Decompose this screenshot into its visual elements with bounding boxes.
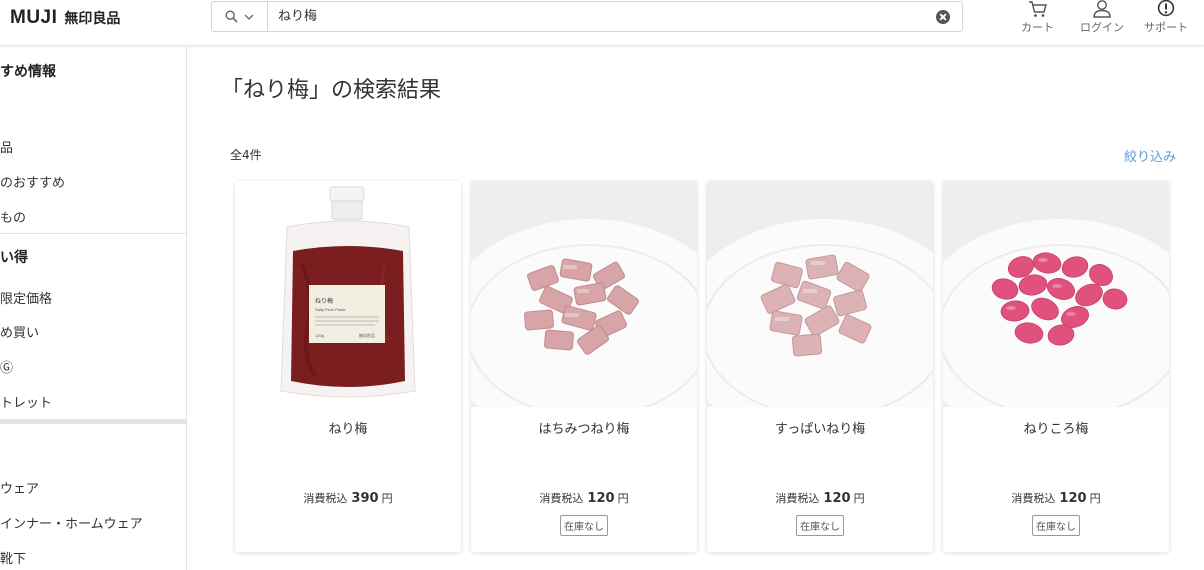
price-yen: 円 (1089, 492, 1101, 505)
sidebar-item[interactable]: 靴下 (0, 548, 26, 567)
sidebar-item[interactable]: のおすすめ (0, 172, 65, 191)
filter-link[interactable]: 絞り込み (1124, 146, 1176, 165)
product-price: 消費税込 120 円 (471, 490, 697, 506)
packet-subtitle: Salty Plum Paste (315, 307, 346, 312)
support-button[interactable]: サポート (1144, 0, 1188, 35)
cart-button[interactable]: カート (1021, 0, 1054, 35)
product-name[interactable]: すっぱいねり梅 (707, 418, 933, 437)
cart-label: カート (1021, 21, 1054, 34)
price-yen: 円 (853, 492, 865, 505)
logo-text-jp: 無印良品 (64, 11, 121, 27)
product-image (707, 181, 933, 407)
result-count: 全4件 (230, 148, 262, 162)
sidebar-item[interactable]: Ⓖ (0, 357, 13, 376)
price-value: 390 (351, 491, 379, 506)
product-price: 消費税込 120 円 (943, 490, 1169, 506)
sidebar-item[interactable]: インナー・ホームウェア (0, 513, 143, 532)
search-input[interactable] (278, 2, 878, 31)
header: MUJI 無印良品 カート ログイン (0, 0, 1204, 46)
packet-title: ねり梅 (315, 297, 333, 305)
product-card[interactable]: はちみつねり梅 消費税込 120 円 在庫なし (471, 181, 697, 552)
user-icon (1093, 0, 1111, 18)
product-price: 消費税込 120 円 (707, 490, 933, 506)
search-bar (211, 1, 963, 32)
price-value: 120 (1059, 491, 1087, 506)
muji-logo[interactable]: MUJI 無印良品 (10, 7, 120, 29)
stock-badge: 在庫なし (560, 515, 608, 536)
sidebar-item[interactable]: ウェア (0, 478, 39, 497)
logo-text-en: MUJI (10, 7, 58, 28)
sidebar-item[interactable]: 限定価格 (0, 288, 52, 307)
cart-icon (1028, 1, 1047, 17)
price-prefix: 消費税込 (775, 492, 820, 505)
search-icon (225, 10, 238, 23)
product-card[interactable]: ねりころ梅 消費税込 120 円 在庫なし (943, 181, 1169, 552)
sidebar-heading-deals: い得 (0, 250, 28, 266)
sidebar-heading-recommend: すめ情報 (0, 64, 56, 80)
chevron-down-icon (244, 14, 254, 20)
sidebar-item[interactable]: 品 (0, 137, 13, 156)
product-name[interactable]: ねり梅 (235, 418, 461, 437)
login-button[interactable]: ログイン (1080, 0, 1124, 35)
sidebar-section-separator (0, 419, 186, 424)
price-prefix: 消費税込 (1011, 492, 1056, 505)
product-name[interactable]: ねりころ梅 (943, 418, 1169, 437)
sidebar-divider (0, 233, 186, 234)
price-value: 120 (823, 491, 851, 506)
sidebar: すめ情報 品 のおすすめ もの い得 限定価格 め買い Ⓖ トレット ウェア イ… (0, 47, 187, 570)
price-yen: 円 (617, 492, 629, 505)
stock-badge: 在庫なし (1032, 515, 1080, 536)
price-prefix: 消費税込 (303, 492, 348, 505)
product-price: 消費税込 390 円 (235, 490, 461, 506)
price-prefix: 消費税込 (539, 492, 584, 505)
search-scope-toggle[interactable] (212, 2, 268, 31)
sidebar-item[interactable]: トレット (0, 392, 52, 411)
exclamation-icon (1157, 0, 1175, 17)
product-card[interactable]: ねり梅 Salty Plum Paste 120g 無印良品 ねり梅 消費税込 3… (235, 181, 461, 552)
sidebar-item[interactable]: め買い (0, 322, 39, 341)
product-name[interactable]: はちみつねり梅 (471, 418, 697, 437)
packet-weight: 120g (315, 333, 324, 338)
close-icon[interactable] (936, 10, 950, 24)
price-yen: 円 (381, 492, 393, 505)
packet-brand: 無印良品 (359, 332, 375, 338)
price-value: 120 (587, 491, 615, 506)
product-image: ねり梅 Salty Plum Paste 120g 無印良品 (235, 181, 461, 407)
login-label: ログイン (1080, 21, 1124, 34)
sidebar-item[interactable]: もの (0, 207, 26, 226)
support-label: サポート (1144, 21, 1188, 34)
product-card[interactable]: すっぱいねり梅 消費税込 120 円 在庫なし (707, 181, 933, 552)
product-image (471, 181, 697, 407)
page-title: 「ねり梅」の検索結果 (221, 78, 442, 103)
stock-badge: 在庫なし (796, 515, 844, 536)
product-image (943, 181, 1169, 407)
